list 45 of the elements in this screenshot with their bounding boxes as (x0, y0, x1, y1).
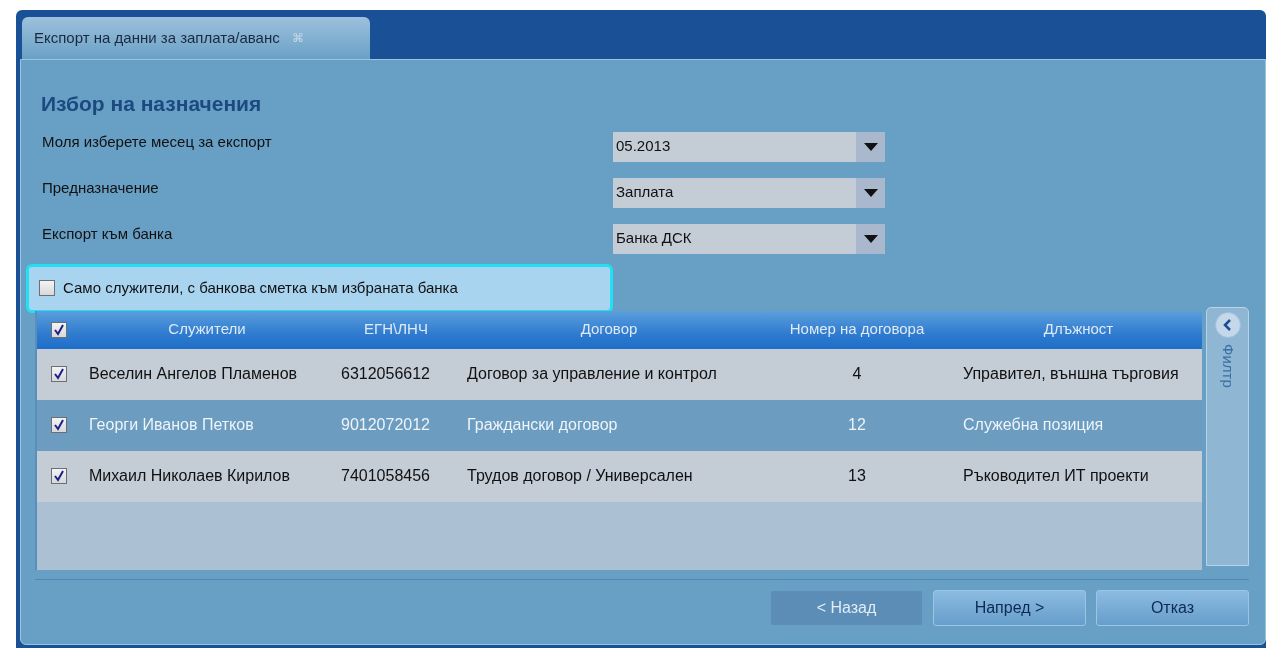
table-cell-text: 13 (847, 466, 867, 486)
column-header[interactable]: Длъжност (955, 318, 1203, 341)
row-checkbox[interactable] (51, 468, 67, 484)
dropdown-value: Банка ДСК (615, 228, 693, 249)
column-header[interactable]: Договор (459, 318, 759, 341)
table-cell-text: Михаил Николаев Кирилов (88, 466, 291, 486)
table-cell-text: 7401058456 (340, 466, 431, 486)
wizard-button[interactable]: Отказ (1096, 589, 1249, 626)
dropdown-value: Заплата (615, 182, 675, 203)
filter-option[interactable]: Само служители, с банкова сметка към избраната банка (26, 263, 613, 313)
select-all-checkbox[interactable] (51, 321, 67, 338)
table-cell-text: Георги Иванов Петков (88, 415, 255, 435)
tab[interactable]: Експорт на данни за заплата/аванс ⌘ (22, 17, 370, 59)
tab-label: Експорт на данни за заплата/аванс (34, 27, 280, 48)
dropdown[interactable]: 05.2013 (613, 131, 885, 162)
table-row[interactable]: Веселин Ангелов Пламенов 6312056612 Договор за управление и контрол 4 Управител, външна търговия (37, 348, 1203, 400)
collapse-icon[interactable] (1214, 311, 1241, 338)
table-cell-text: Договор за управление и контрол (466, 364, 718, 384)
checkbox[interactable] (39, 280, 55, 296)
table-cell-text: Ръководител ИТ проекти (962, 466, 1150, 486)
table-cell-text: Граждански договор (466, 415, 619, 435)
dropdown[interactable]: Банка ДСК (613, 223, 885, 254)
field-label: Експорт към банка (42, 224, 174, 245)
field-label: Предназначение (42, 178, 160, 199)
table-cell-text: 6312056612 (340, 364, 431, 384)
option-label: Само служители, с банкова сметка към избраната банка (63, 277, 458, 298)
table-cell-text: 4 (851, 364, 863, 384)
table-cell-text: 12 (847, 415, 867, 435)
dropdown-value: 05.2013 (615, 136, 672, 157)
dropdown[interactable]: Заплата (613, 177, 885, 208)
table-cell-text: Трудов договор / Универсален (466, 466, 694, 486)
filter-panel-label: Филтр (1218, 343, 1238, 388)
field-label: Моля изберете месец за експорт (42, 132, 273, 153)
row-checkbox[interactable] (51, 417, 67, 433)
table-cell-text: 9012072012 (340, 415, 431, 435)
column-header[interactable]: Служители (81, 318, 333, 341)
column-header[interactable]: Номер на договора (759, 318, 955, 341)
row-checkbox[interactable] (51, 366, 67, 382)
wizard-button[interactable]: Напред > (933, 589, 1086, 626)
table-cell-text: Веселин Ангелов Пламенов (88, 364, 299, 384)
table-cell-text: Служебна позиция (962, 415, 1105, 435)
column-header[interactable]: ЕГН\ЛНЧ (333, 318, 459, 341)
page-title: Избор на назначения (41, 91, 263, 117)
table-row[interactable]: Михаил Николаев Кирилов 7401058456 Трудов договор / Универсален 13 Ръководител ИТ проекти (37, 450, 1203, 502)
table-cell-text: Управител, външна търговия (962, 364, 1180, 384)
